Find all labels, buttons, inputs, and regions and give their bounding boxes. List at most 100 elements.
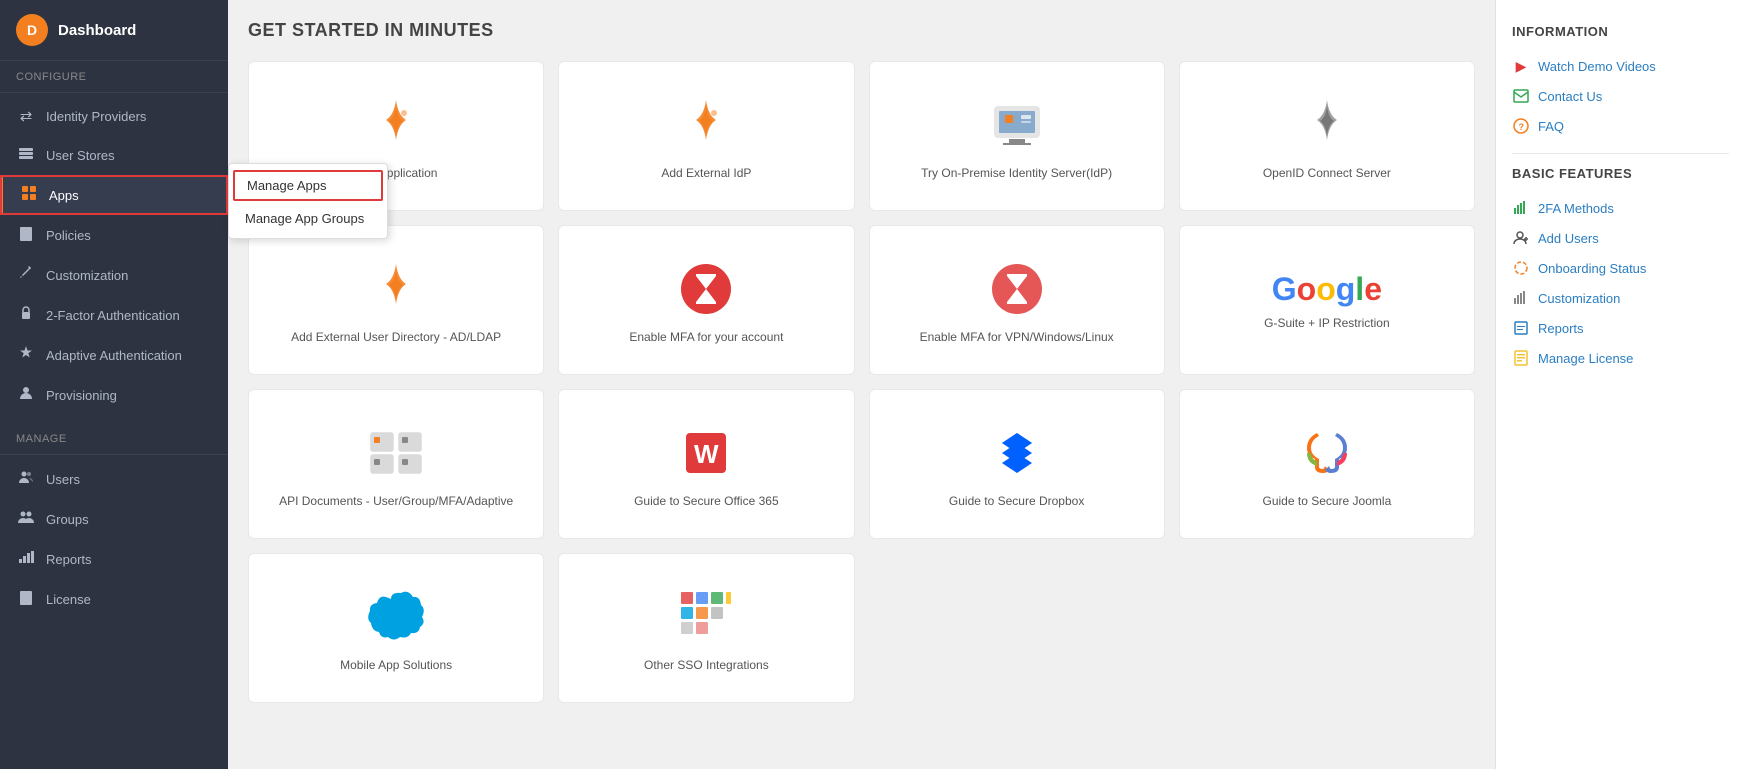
sidebar-item-label: 2-Factor Authentication [46, 308, 180, 323]
configure-divider [0, 92, 228, 93]
card-label: Guide to Secure Joomla [1263, 493, 1392, 510]
provisioning-icon [16, 385, 36, 405]
contact-icon [1512, 87, 1530, 105]
contact-us-link[interactable]: Contact Us [1512, 81, 1729, 111]
mfa-vpn-icon [987, 259, 1047, 319]
office365-icon: W [676, 423, 736, 483]
openid-connect-icon [1297, 95, 1357, 155]
sidebar-item-provisioning[interactable]: Provisioning [0, 375, 228, 415]
sidebar-item-label: Provisioning [46, 388, 117, 403]
card-try-on-premise[interactable]: Try On-Premise Identity Server(IdP) [869, 61, 1165, 211]
cards-grid: Add Application Add External IdP Try O [248, 61, 1475, 703]
features-section-title: BASIC FEATURES [1512, 166, 1729, 181]
mfa-account-icon [676, 259, 736, 319]
2fa-icon [16, 305, 36, 325]
sidebar-item-2fa[interactable]: 2-Factor Authentication [0, 295, 228, 335]
customization-feature-link[interactable]: Customization [1512, 283, 1729, 313]
user-stores-icon [16, 145, 36, 165]
panel-divider [1512, 153, 1729, 154]
sidebar-item-adaptive-auth[interactable]: Adaptive Authentication [0, 335, 228, 375]
add-users-icon [1512, 229, 1530, 247]
card-other-sso[interactable]: Other SSO Integrations [558, 553, 854, 703]
2fa-methods-link[interactable]: 2FA Methods [1512, 193, 1729, 223]
card-label: API Documents - User/Group/MFA/Adaptive [279, 493, 513, 510]
dropdown-item-manage-app-groups[interactable]: Manage App Groups [229, 203, 387, 234]
card-enable-mfa-account[interactable]: Enable MFA for your account [558, 225, 854, 375]
add-users-label: Add Users [1538, 231, 1599, 246]
manage-license-link[interactable]: Manage License [1512, 343, 1729, 373]
identity-providers-icon: ⇄ [16, 107, 36, 125]
avatar: D [16, 14, 48, 46]
manage-section-label: Manage [0, 423, 228, 450]
policies-icon [16, 225, 36, 245]
add-users-link[interactable]: Add Users [1512, 223, 1729, 253]
sidebar-item-groups[interactable]: Groups [0, 499, 228, 539]
onboarding-icon [1512, 259, 1530, 277]
sidebar-item-label: License [46, 592, 91, 607]
sidebar-item-apps[interactable]: Apps [0, 175, 228, 215]
page-title: GET STARTED IN MINUTES [248, 20, 1475, 41]
sidebar-item-customization[interactable]: Customization [0, 255, 228, 295]
manage-divider [0, 454, 228, 455]
sidebar-item-label: User Stores [46, 148, 115, 163]
sidebar-item-label: Groups [46, 512, 89, 527]
sidebar-item-users[interactable]: Users [0, 459, 228, 499]
sidebar-item-identity-providers[interactable]: ⇄ Identity Providers [0, 97, 228, 135]
external-user-dir-icon [366, 259, 426, 319]
info-section-title: INFORMATION [1512, 24, 1729, 39]
card-enable-mfa-vpn[interactable]: Enable MFA for VPN/Windows/Linux [869, 225, 1165, 375]
customization-feature-icon [1512, 289, 1530, 307]
card-label: Add External IdP [661, 165, 751, 182]
card-label: Guide to Secure Dropbox [949, 493, 1084, 510]
sidebar-item-policies[interactable]: Policies [0, 215, 228, 255]
card-label: OpenID Connect Server [1263, 165, 1391, 182]
add-application-icon [366, 95, 426, 155]
sidebar-item-reports[interactable]: Reports [0, 539, 228, 579]
card-add-external-idp[interactable]: Add External IdP [558, 61, 854, 211]
card-label: G-Suite + IP Restriction [1264, 315, 1390, 332]
on-premise-icon [987, 95, 1047, 155]
play-icon: ▶ [1512, 57, 1530, 75]
card-add-external-user-dir[interactable]: Add External User Directory - AD/LDAP [248, 225, 544, 375]
sidebar-item-label: Reports [46, 552, 92, 567]
card-label: Other SSO Integrations [644, 657, 769, 674]
card-label: Guide to Secure Office 365 [634, 493, 779, 510]
reports-feature-icon [1512, 319, 1530, 337]
sidebar-item-label: Customization [46, 268, 128, 283]
sidebar-title: Dashboard [58, 22, 136, 39]
dropdown-item-manage-apps[interactable]: Manage Apps [233, 170, 383, 201]
watch-demo-link[interactable]: ▶ Watch Demo Videos [1512, 51, 1729, 81]
card-mobile-app[interactable]: Mobile App Solutions [248, 553, 544, 703]
card-label: Enable MFA for your account [629, 329, 783, 346]
sidebar-item-license[interactable]: License [0, 579, 228, 619]
card-api-documents[interactable]: API Documents - User/Group/MFA/Adaptive [248, 389, 544, 539]
card-guide-office365[interactable]: W Guide to Secure Office 365 [558, 389, 854, 539]
card-gsuite-ip[interactable]: Google G-Suite + IP Restriction [1179, 225, 1475, 375]
sidebar-item-label: Adaptive Authentication [46, 348, 182, 363]
onboarding-status-label: Onboarding Status [1538, 261, 1646, 276]
watch-demo-label: Watch Demo Videos [1538, 59, 1656, 74]
onboarding-status-link[interactable]: Onboarding Status [1512, 253, 1729, 283]
right-panel: INFORMATION ▶ Watch Demo Videos Contact … [1495, 0, 1745, 769]
2fa-methods-label: 2FA Methods [1538, 201, 1614, 216]
faq-link[interactable]: ? FAQ [1512, 111, 1729, 141]
adaptive-auth-icon [16, 345, 36, 365]
reports-icon [16, 549, 36, 569]
card-guide-dropbox[interactable]: Guide to Secure Dropbox [869, 389, 1165, 539]
users-icon [16, 469, 36, 489]
svg-text:?: ? [1519, 122, 1525, 132]
apps-dropdown: Manage Apps Manage App Groups [228, 163, 388, 239]
faq-icon: ? [1512, 117, 1530, 135]
sidebar-item-label: Users [46, 472, 80, 487]
api-documents-icon [366, 423, 426, 483]
card-label: Try On-Premise Identity Server(IdP) [921, 165, 1112, 182]
reports-feature-link[interactable]: Reports [1512, 313, 1729, 343]
card-guide-joomla[interactable]: Guide to Secure Joomla [1179, 389, 1475, 539]
joomla-icon [1297, 423, 1357, 483]
sidebar: D Dashboard Configure ⇄ Identity Provide… [0, 0, 228, 769]
card-openid-connect[interactable]: OpenID Connect Server [1179, 61, 1475, 211]
faq-label: FAQ [1538, 119, 1564, 134]
card-label: Add External User Directory - AD/LDAP [291, 329, 501, 346]
sidebar-item-user-stores[interactable]: User Stores [0, 135, 228, 175]
manage-license-label: Manage License [1538, 351, 1633, 366]
